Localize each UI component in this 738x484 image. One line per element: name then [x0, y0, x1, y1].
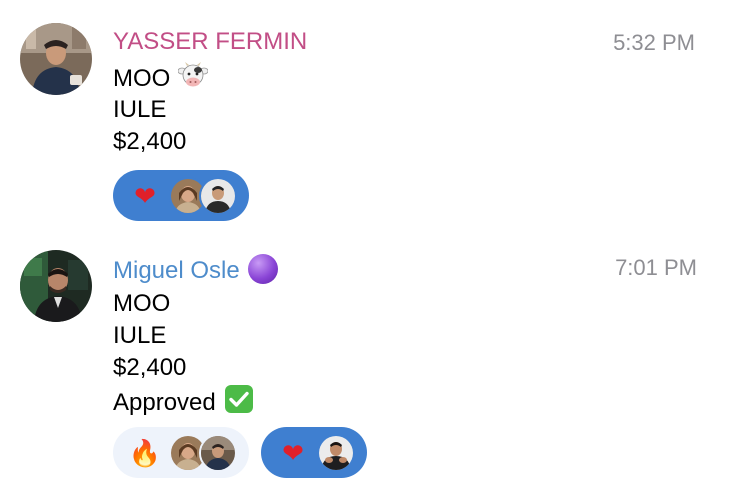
message-line: $2,400 — [113, 128, 187, 155]
message-line: $2,400 — [113, 354, 187, 381]
reaction-fire-button[interactable]: 🔥 — [113, 427, 249, 478]
message-line: IULE — [113, 322, 167, 349]
message-line: MOO — [113, 62, 209, 94]
reactor-avatars — [169, 176, 237, 215]
message-body: MOO IULE $2,400 Approved — [113, 288, 254, 416]
message-item: YASSER FERMIN 5:32 PM MOO IULE $2,400 ❤ — [0, 0, 738, 240]
avatar[interactable] — [20, 250, 92, 322]
reactions-bar: ❤ — [113, 170, 249, 221]
message-timestamp: 5:32 PM — [613, 30, 695, 55]
sender-name-text: Miguel Osle — [113, 257, 240, 284]
message-body: MOO IULE $2,400 — [113, 62, 209, 158]
reactor-avatars — [317, 433, 355, 472]
sender-name[interactable]: Miguel Osle — [113, 254, 278, 285]
message-item: Miguel Osle 7:01 PM MOO IULE $2,400 Appr… — [0, 240, 738, 484]
message-line: Approved — [113, 384, 254, 416]
check-mark-emoji-icon — [224, 384, 254, 423]
premium-purple-circle-icon — [247, 254, 278, 284]
sender-name-text: YASSER FERMIN — [113, 28, 308, 55]
reactor-avatar — [199, 433, 237, 472]
reactor-avatar — [317, 433, 355, 472]
sender-name[interactable]: YASSER FERMIN — [113, 28, 307, 56]
fire-icon: 🔥 — [128, 437, 162, 468]
heart-icon: ❤ — [134, 180, 156, 211]
reactor-avatar — [199, 176, 237, 215]
message-line-text: MOO — [113, 65, 171, 92]
avatar[interactable] — [20, 23, 92, 95]
message-line: MOO — [113, 290, 171, 317]
reactor-avatars — [169, 433, 237, 472]
reaction-heart-button[interactable]: ❤ — [113, 170, 249, 221]
reaction-heart-button[interactable]: ❤ — [261, 427, 367, 478]
heart-icon: ❤ — [282, 437, 304, 468]
reactions-bar: 🔥 ❤ — [113, 427, 367, 478]
cow-emoji-icon — [177, 62, 209, 99]
message-line-text: Approved — [113, 389, 216, 416]
message-timestamp: 7:01 PM — [615, 255, 697, 280]
